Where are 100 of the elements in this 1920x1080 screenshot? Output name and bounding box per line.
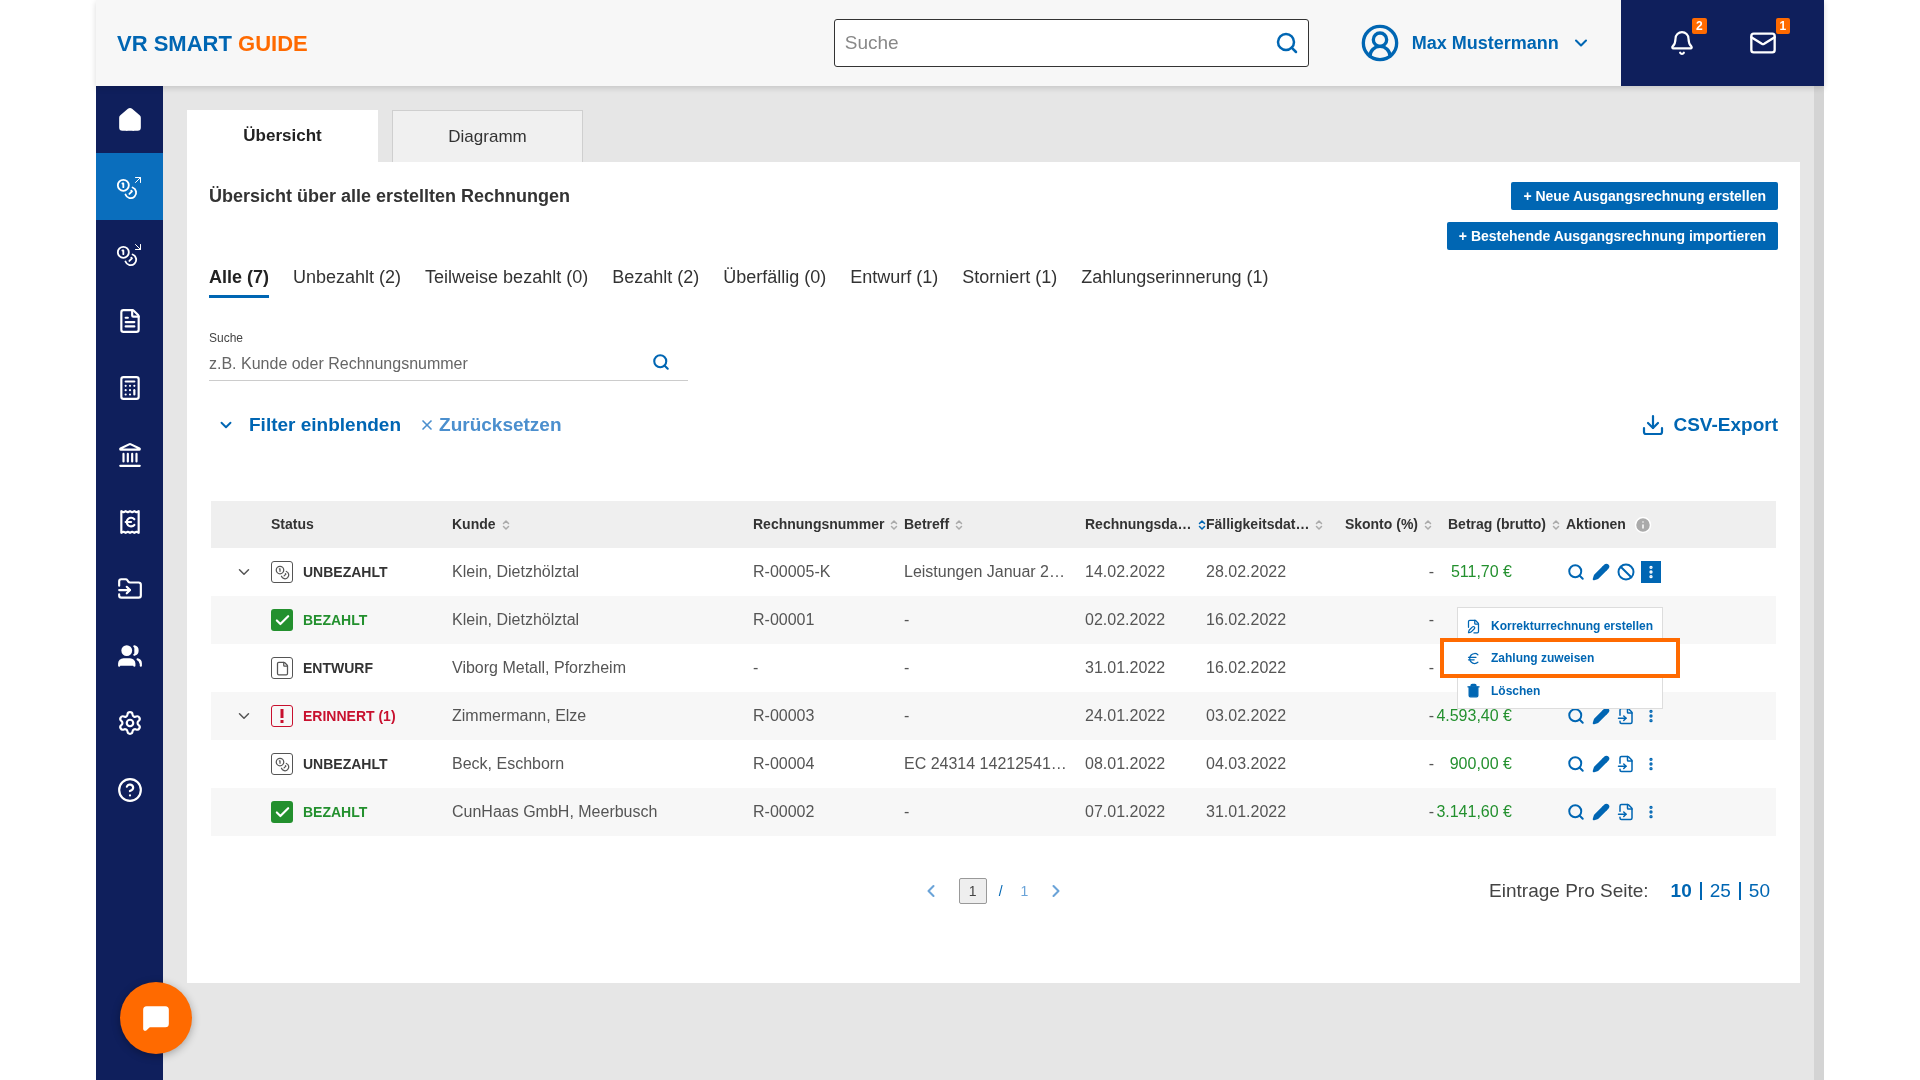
table-cell-text: 16.02.2022: [1206, 658, 1287, 678]
table-cell-text: 07.01.2022: [1085, 802, 1166, 822]
search-button[interactable]: [1566, 706, 1586, 726]
table-cell-text: EC 24314 14212541…: [904, 754, 1067, 774]
table-cell-text: -: [1428, 562, 1434, 582]
search-button[interactable]: [1566, 754, 1586, 774]
primary-button[interactable]: + Bestehende Ausgangsrechnung importieren: [1446, 222, 1778, 250]
table-cell-text: -: [1428, 754, 1434, 774]
filter-tab[interactable]: Storniert (1): [962, 264, 1058, 298]
filter-tab[interactable]: Teilweise bezahlt (0): [425, 264, 589, 298]
pencil-icon: [1592, 707, 1610, 725]
logo: VR SMART GUIDE: [117, 29, 308, 58]
table-cell-text: 03.02.2022: [1206, 706, 1287, 726]
search-button[interactable]: [1566, 802, 1586, 822]
check-icon: [271, 609, 293, 631]
people-icon: [116, 642, 143, 669]
help-icon: [116, 776, 143, 803]
table-cell-text: Leistungen Januar 2…: [904, 562, 1065, 582]
column-header[interactable]: Skonto (%): [1344, 514, 1434, 535]
euro-icon: [1466, 650, 1481, 666]
pencil-icon: [1592, 803, 1610, 821]
table-cell-text: -: [1428, 658, 1434, 678]
copy-button[interactable]: [1616, 706, 1636, 726]
table-cell-text: Viborg Metall, Pforzheim: [452, 658, 626, 678]
document-arrow-icon: [1617, 755, 1635, 773]
amount: 511,70 €: [1450, 562, 1512, 582]
column-header[interactable]: Betrag (brutto): [1448, 514, 1562, 535]
copy-button[interactable]: [1616, 754, 1636, 774]
status-label: BEZAHLT: [303, 802, 368, 822]
bank-icon: [116, 441, 143, 468]
table-cell-text: -: [904, 658, 910, 678]
table-cell-text: -: [1428, 610, 1434, 630]
table-cell-text: -: [1428, 802, 1434, 822]
status-label: BEZAHLT: [303, 610, 368, 630]
warning-icon: [271, 705, 293, 727]
amount: 900,00 €: [1449, 754, 1512, 774]
table-cell-text: -: [904, 802, 910, 822]
table-cell-text: R-00005-K: [753, 562, 831, 582]
total-pages: 1: [1020, 881, 1029, 901]
search-field[interactable]: Suche: [833, 19, 1309, 67]
csv-export-button[interactable]: CSV-Export: [1641, 410, 1778, 440]
menu-item[interactable]: Löschen: [1458, 674, 1662, 706]
edit-button[interactable]: [1591, 706, 1611, 726]
column-header[interactable]: Rechnungsnummer: [753, 514, 901, 535]
more-button[interactable]: [1641, 561, 1661, 583]
table-cell-text: 28.02.2022: [1206, 562, 1287, 582]
download-icon: [1641, 413, 1666, 437]
bell-icon: [1668, 30, 1695, 56]
filter-tab[interactable]: Entwurf (1): [850, 264, 939, 298]
edit-button[interactable]: [1591, 562, 1611, 582]
column-header[interactable]: Kunde: [452, 514, 512, 535]
filter-tab[interactable]: Unbezahlt (2): [293, 264, 402, 298]
sort-icon: [1550, 518, 1562, 531]
column-header[interactable]: Fälligkeitsdat…: [1206, 514, 1326, 535]
status-label: UNBEZAHLT: [303, 754, 388, 774]
edit-button[interactable]: [1591, 802, 1611, 822]
filter-tab[interactable]: Zahlungserinnerung (1): [1081, 264, 1269, 298]
column-header[interactable]: Rechnungsda…: [1085, 514, 1208, 535]
column-header[interactable]: Betreff: [904, 514, 966, 535]
table-cell-text: R-00002: [753, 802, 815, 822]
folder-icon: [116, 575, 143, 602]
home-icon: [116, 106, 143, 133]
table-cell-text: 31.01.2022: [1206, 802, 1287, 822]
filter-tab[interactable]: Überfällig (0): [723, 264, 827, 298]
page-size-option[interactable]: 10: [1670, 876, 1692, 906]
pencil-icon: [1592, 563, 1610, 581]
page-size-option[interactable]: 50: [1748, 876, 1770, 906]
coins-icon: [271, 561, 293, 583]
search-button[interactable]: [1566, 562, 1586, 582]
table-cell-text: -: [753, 658, 759, 678]
page-size-option[interactable]: 25: [1709, 876, 1731, 906]
prohibited-icon: [1617, 563, 1635, 581]
filter-toggle[interactable]: Filter einblenden: [217, 410, 402, 440]
panel-title: Übersicht über alle erstellten Rechnungen: [209, 185, 571, 208]
tab[interactable]: Übersicht: [187, 110, 378, 162]
page-separator: /: [998, 881, 1003, 901]
cancel-button[interactable]: [1616, 562, 1636, 582]
edit-document-icon: [1466, 618, 1481, 634]
table-cell-text: CunHaas GmbH, Meerbusch: [452, 802, 658, 822]
edit-button[interactable]: [1591, 754, 1611, 774]
menu-item[interactable]: Zahlung zuweisen: [1440, 638, 1680, 678]
amount: 4.593,40 €: [1436, 706, 1512, 726]
document-arrow-icon: [1617, 707, 1635, 725]
sort-icon: [1422, 518, 1434, 531]
table-cell-text: Klein, Dietzhölztal: [452, 562, 580, 582]
table-cell-text: -: [1428, 706, 1434, 726]
document-icon: [271, 657, 293, 679]
message-badge: 1: [1775, 18, 1791, 34]
pencil-icon: [1592, 755, 1610, 773]
search-label: Suche: [209, 330, 245, 347]
user-menu[interactable]: Max Mustermann: [1359, 23, 1591, 63]
table-cell-text: -: [904, 706, 910, 726]
copy-button[interactable]: [1616, 802, 1636, 822]
status-label: ERINNERT (1): [303, 706, 396, 726]
filter-tab[interactable]: Alle (7): [209, 264, 269, 298]
coins-icon: [271, 753, 293, 775]
primary-button[interactable]: + Neue Ausgangsrechnung erstellen: [1511, 182, 1778, 210]
filter-tab[interactable]: Bezahlt (2): [612, 264, 700, 298]
tab[interactable]: Diagramm: [392, 110, 583, 162]
search-icon: [1567, 803, 1585, 821]
